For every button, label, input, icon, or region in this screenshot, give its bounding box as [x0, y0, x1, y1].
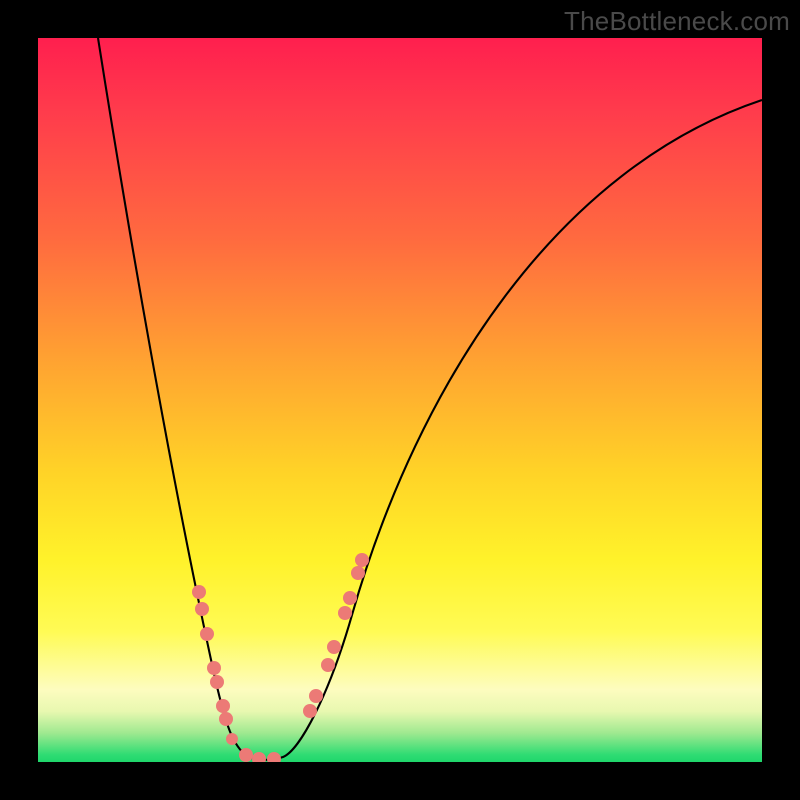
outer-frame: TheBottleneck.com: [0, 0, 800, 800]
data-dot: [321, 658, 335, 672]
data-dot: [343, 591, 357, 605]
data-dot: [192, 585, 206, 599]
data-dot: [207, 661, 221, 675]
data-dot: [216, 699, 230, 713]
data-dot: [239, 748, 253, 762]
data-dot: [338, 606, 352, 620]
plot-area: [38, 38, 762, 762]
dot-layer: [192, 553, 369, 762]
data-dot: [219, 712, 233, 726]
data-dot: [351, 566, 365, 580]
data-dot: [309, 689, 323, 703]
data-dot: [267, 752, 281, 762]
data-dot: [200, 627, 214, 641]
data-dot: [252, 752, 266, 762]
chart-svg: [38, 38, 762, 762]
watermark-text: TheBottleneck.com: [564, 6, 790, 37]
data-dot: [226, 733, 238, 745]
data-dot: [327, 640, 341, 654]
data-dot: [303, 704, 317, 718]
data-dot: [195, 602, 209, 616]
data-dot: [210, 675, 224, 689]
bottleneck-curve: [98, 38, 762, 760]
data-dot: [355, 553, 369, 567]
